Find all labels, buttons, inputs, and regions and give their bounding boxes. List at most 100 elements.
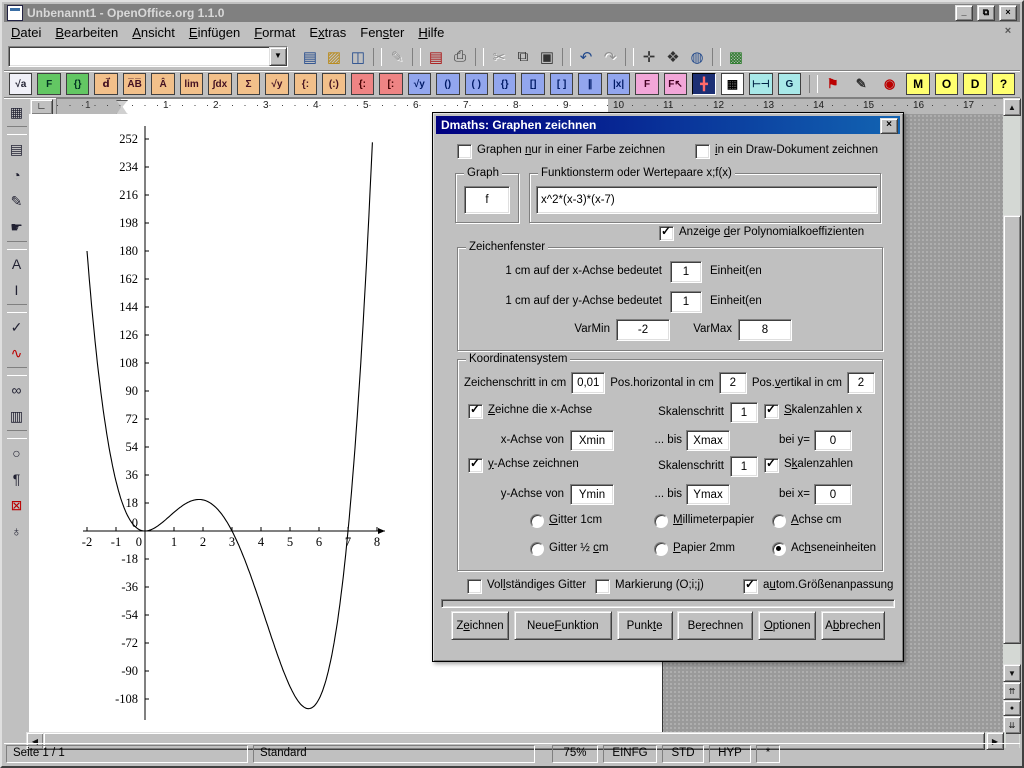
cut-icon[interactable]: ✂ [487, 46, 511, 68]
spellcheck-icon[interactable]: ✓ [5, 315, 28, 339]
menu-einfuegen[interactable]: Einfügen [182, 24, 247, 41]
pos-vertical-field[interactable]: 2 [847, 372, 875, 394]
brackets-blue-icon[interactable]: [] [521, 73, 544, 95]
separator[interactable] [7, 430, 27, 439]
integral-icon[interactable]: ∫dx [208, 73, 231, 95]
at-y-field[interactable]: 0 [814, 430, 852, 451]
vector-d-icon[interactable]: d⃗ [94, 73, 117, 95]
menu-extras[interactable]: Extras [302, 24, 353, 41]
scale-step-y-field[interactable]: 1 [730, 456, 758, 477]
zoom-icon[interactable]: ○ [5, 441, 28, 465]
paste-icon[interactable]: ▣ [535, 46, 559, 68]
sqrt-y-orange-icon[interactable]: √y [265, 73, 288, 95]
separator[interactable] [7, 241, 27, 250]
checkbox-full-grid[interactable]: Vollständiges Gitter [467, 579, 586, 594]
status-hyperlink-mode[interactable]: HYP [709, 745, 751, 763]
save-icon[interactable]: ◫ [346, 46, 370, 68]
pencil-icon[interactable]: ✎ [849, 73, 872, 95]
separator[interactable] [7, 126, 27, 135]
online-layout-icon[interactable]: ♁ [5, 519, 28, 543]
redo-icon[interactable]: ↷ [598, 46, 622, 68]
angle-hat-icon[interactable]: Â [151, 73, 174, 95]
draw-functions-icon[interactable]: ✎ [5, 189, 28, 213]
varmax-field[interactable]: 8 [738, 319, 792, 341]
sum-icon[interactable]: Σ [237, 73, 260, 95]
checkbox-show-coefficients[interactable]: Anzeige der Polynomialkoeffizienten [659, 226, 864, 241]
y-unit-field[interactable]: 1 [670, 291, 702, 313]
tab-selector-button[interactable]: ∟ [30, 99, 53, 115]
sqrt-a-icon[interactable]: √a [9, 73, 32, 95]
parens-blue-icon[interactable]: () [436, 73, 459, 95]
x-from-field[interactable]: Xmin [570, 430, 614, 451]
insert-table-icon[interactable]: ▦ [5, 100, 28, 124]
neue-funktion-button[interactable]: Neue Funktion [514, 611, 612, 640]
dialog-title-bar[interactable]: Dmaths: Graphen zeichnen × [436, 116, 900, 134]
menu-datei[interactable]: Datei [4, 24, 48, 41]
status-page[interactable]: Seite 1 / 1 [6, 745, 248, 763]
navigation-icon[interactable]: ● [1003, 700, 1021, 716]
step-field[interactable]: 0,01 [571, 372, 605, 394]
graphics-onoff-icon[interactable]: ⊠ [5, 493, 28, 517]
brace-colon-orange-icon[interactable]: {: [294, 73, 317, 95]
vertical-scroll-thumb[interactable] [1003, 215, 1021, 644]
insert-object-icon[interactable]: ◔ [5, 163, 28, 187]
separator[interactable] [475, 48, 484, 66]
separator[interactable] [373, 48, 382, 66]
checkbox-markierung[interactable]: Markierung (O;i;j) [595, 579, 704, 594]
optionen-button[interactable]: Optionen [758, 611, 816, 640]
brackets-wide-blue-icon[interactable]: [ ] [550, 73, 573, 95]
scroll-up-icon[interactable]: ▲ [1003, 98, 1021, 116]
limit-icon[interactable]: lim [180, 73, 203, 95]
target-icon[interactable]: ◉ [878, 73, 901, 95]
print-icon[interactable]: ⎙ [448, 46, 472, 68]
parens-wide-blue-icon[interactable]: ( ) [465, 73, 488, 95]
x-unit-field[interactable]: 1 [670, 261, 702, 283]
vertical-scrollbar[interactable]: ▲ ▼ ⇈ ● ⇊ [1003, 98, 1020, 748]
berechnen-button[interactable]: Berechnen [677, 611, 753, 640]
interval-icon[interactable]: ⊢⊣ [749, 73, 772, 95]
radio-gitter-1cm[interactable]: Gitter 1cm [530, 514, 602, 528]
radio-millimeterpapier[interactable]: Millimeterpapier [654, 514, 754, 528]
dmaths-dialog[interactable]: Dmaths: Graphen zeichnen × Graphen nur i… [432, 112, 904, 662]
status-insert-mode[interactable]: EINFG [603, 745, 657, 763]
function-f-pink-icon[interactable]: F [635, 73, 658, 95]
copy-icon[interactable]: ⧉ [511, 46, 535, 68]
checkbox-draw-x-axis[interactable]: Zeichne die x-Achse [468, 404, 592, 419]
radio-achseneinheiten[interactable]: Achseneinheiten [772, 542, 876, 556]
pos-horizontal-field[interactable]: 2 [719, 372, 747, 394]
hyperlink-icon[interactable]: ◍ [685, 46, 709, 68]
braces-blue-icon[interactable]: {} [493, 73, 516, 95]
checkbox-draw-y-axis[interactable]: y-Achse zeichnen [468, 458, 579, 473]
o-icon[interactable]: O [935, 73, 958, 95]
varmin-field[interactable]: -2 [616, 319, 670, 341]
title-bar[interactable]: Unbenannt1 - OpenOffice.org 1.1.0 _ ⧉ × [4, 4, 1020, 22]
radio-papier-2mm[interactable]: Papier 2mm [654, 542, 735, 556]
zeichnen-button[interactable]: Zeichnen [451, 611, 509, 640]
menu-hilfe[interactable]: Hilfe [411, 24, 451, 41]
abs-x-icon[interactable]: |x| [607, 73, 630, 95]
abbrechen-button[interactable]: Abbrechen [821, 611, 885, 640]
separator[interactable] [562, 48, 571, 66]
edit-file-icon[interactable]: ✎ [385, 46, 409, 68]
menu-fenster[interactable]: Fenster [353, 24, 411, 41]
autospellcheck-icon[interactable]: ∿ [5, 341, 28, 365]
checkbox-scale-numbers-x[interactable]: Skalenzahlen x [764, 404, 862, 419]
separator[interactable] [809, 75, 818, 93]
open-icon[interactable]: ▨ [322, 46, 346, 68]
minimize-icon[interactable]: _ [955, 5, 973, 21]
export-pdf-icon[interactable]: ▤ [424, 46, 448, 68]
bracket-colon-red-icon[interactable]: [: [379, 73, 402, 95]
dialog-close-icon[interactable]: × [880, 118, 898, 134]
y-to-field[interactable]: Ymax [686, 484, 730, 505]
punkte-button[interactable]: Punkte [617, 611, 673, 640]
url-combobox[interactable]: ▼ [8, 46, 288, 67]
segment-ab-icon[interactable]: A̅B̅ [123, 73, 146, 95]
navigator-icon[interactable]: ✛ [637, 46, 661, 68]
scale-step-x-field[interactable]: 1 [730, 402, 758, 423]
separator[interactable] [7, 367, 27, 376]
function-graph[interactable]: -2-1012345678252234216198180162144126108… [62, 118, 407, 730]
autotext-icon[interactable]: A [5, 252, 28, 276]
new-document-icon[interactable]: ▤ [298, 46, 322, 68]
scroll-down-icon[interactable]: ▼ [1003, 664, 1021, 682]
flag-icon[interactable]: ⚑ [821, 73, 844, 95]
